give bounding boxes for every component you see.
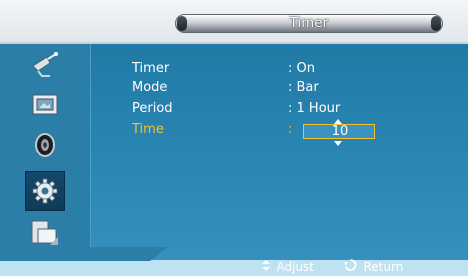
footer-tab-ramp [150,247,168,261]
satellite-dish-icon [32,52,58,77]
time-down-arrow[interactable] [334,141,342,146]
picture-icon [32,94,58,115]
gear-icon [32,178,58,204]
multi-screen-icon [31,220,58,245]
adjust-hint[interactable]: Adjust [262,259,314,276]
time-stepper[interactable]: 10 [303,124,375,139]
sidebar-item-picture[interactable] [30,90,60,120]
sidebar-divider [90,44,91,260]
adjust-label: Adjust [276,260,315,274]
period-value[interactable]: : 1 Hour [288,101,340,117]
title-bar: Timer [0,0,468,44]
up-down-arrow-icon [262,260,274,274]
time-label: Time [132,122,164,137]
time-stepper-value: 10 [331,124,349,139]
mode-value[interactable]: : Bar [288,80,319,96]
sidebar-item-input[interactable] [30,50,60,80]
mode-label: Mode [132,80,168,95]
timer-value[interactable]: : On [288,61,315,77]
page-title: Timer [289,16,329,31]
sidebar-item-multi-control[interactable] [30,218,60,248]
title-pill: Timer [175,14,443,33]
timer-label: Timer [132,61,170,76]
time-colon: : [288,122,293,137]
return-hint[interactable]: Return [344,259,403,276]
sidebar-item-setup[interactable] [25,171,65,211]
period-label: Period [132,101,173,116]
sidebar-item-sound[interactable] [30,130,60,160]
sound-icon [35,133,55,157]
return-label: Return [363,260,404,274]
return-icon [344,259,361,274]
footer-tab [0,247,150,261]
